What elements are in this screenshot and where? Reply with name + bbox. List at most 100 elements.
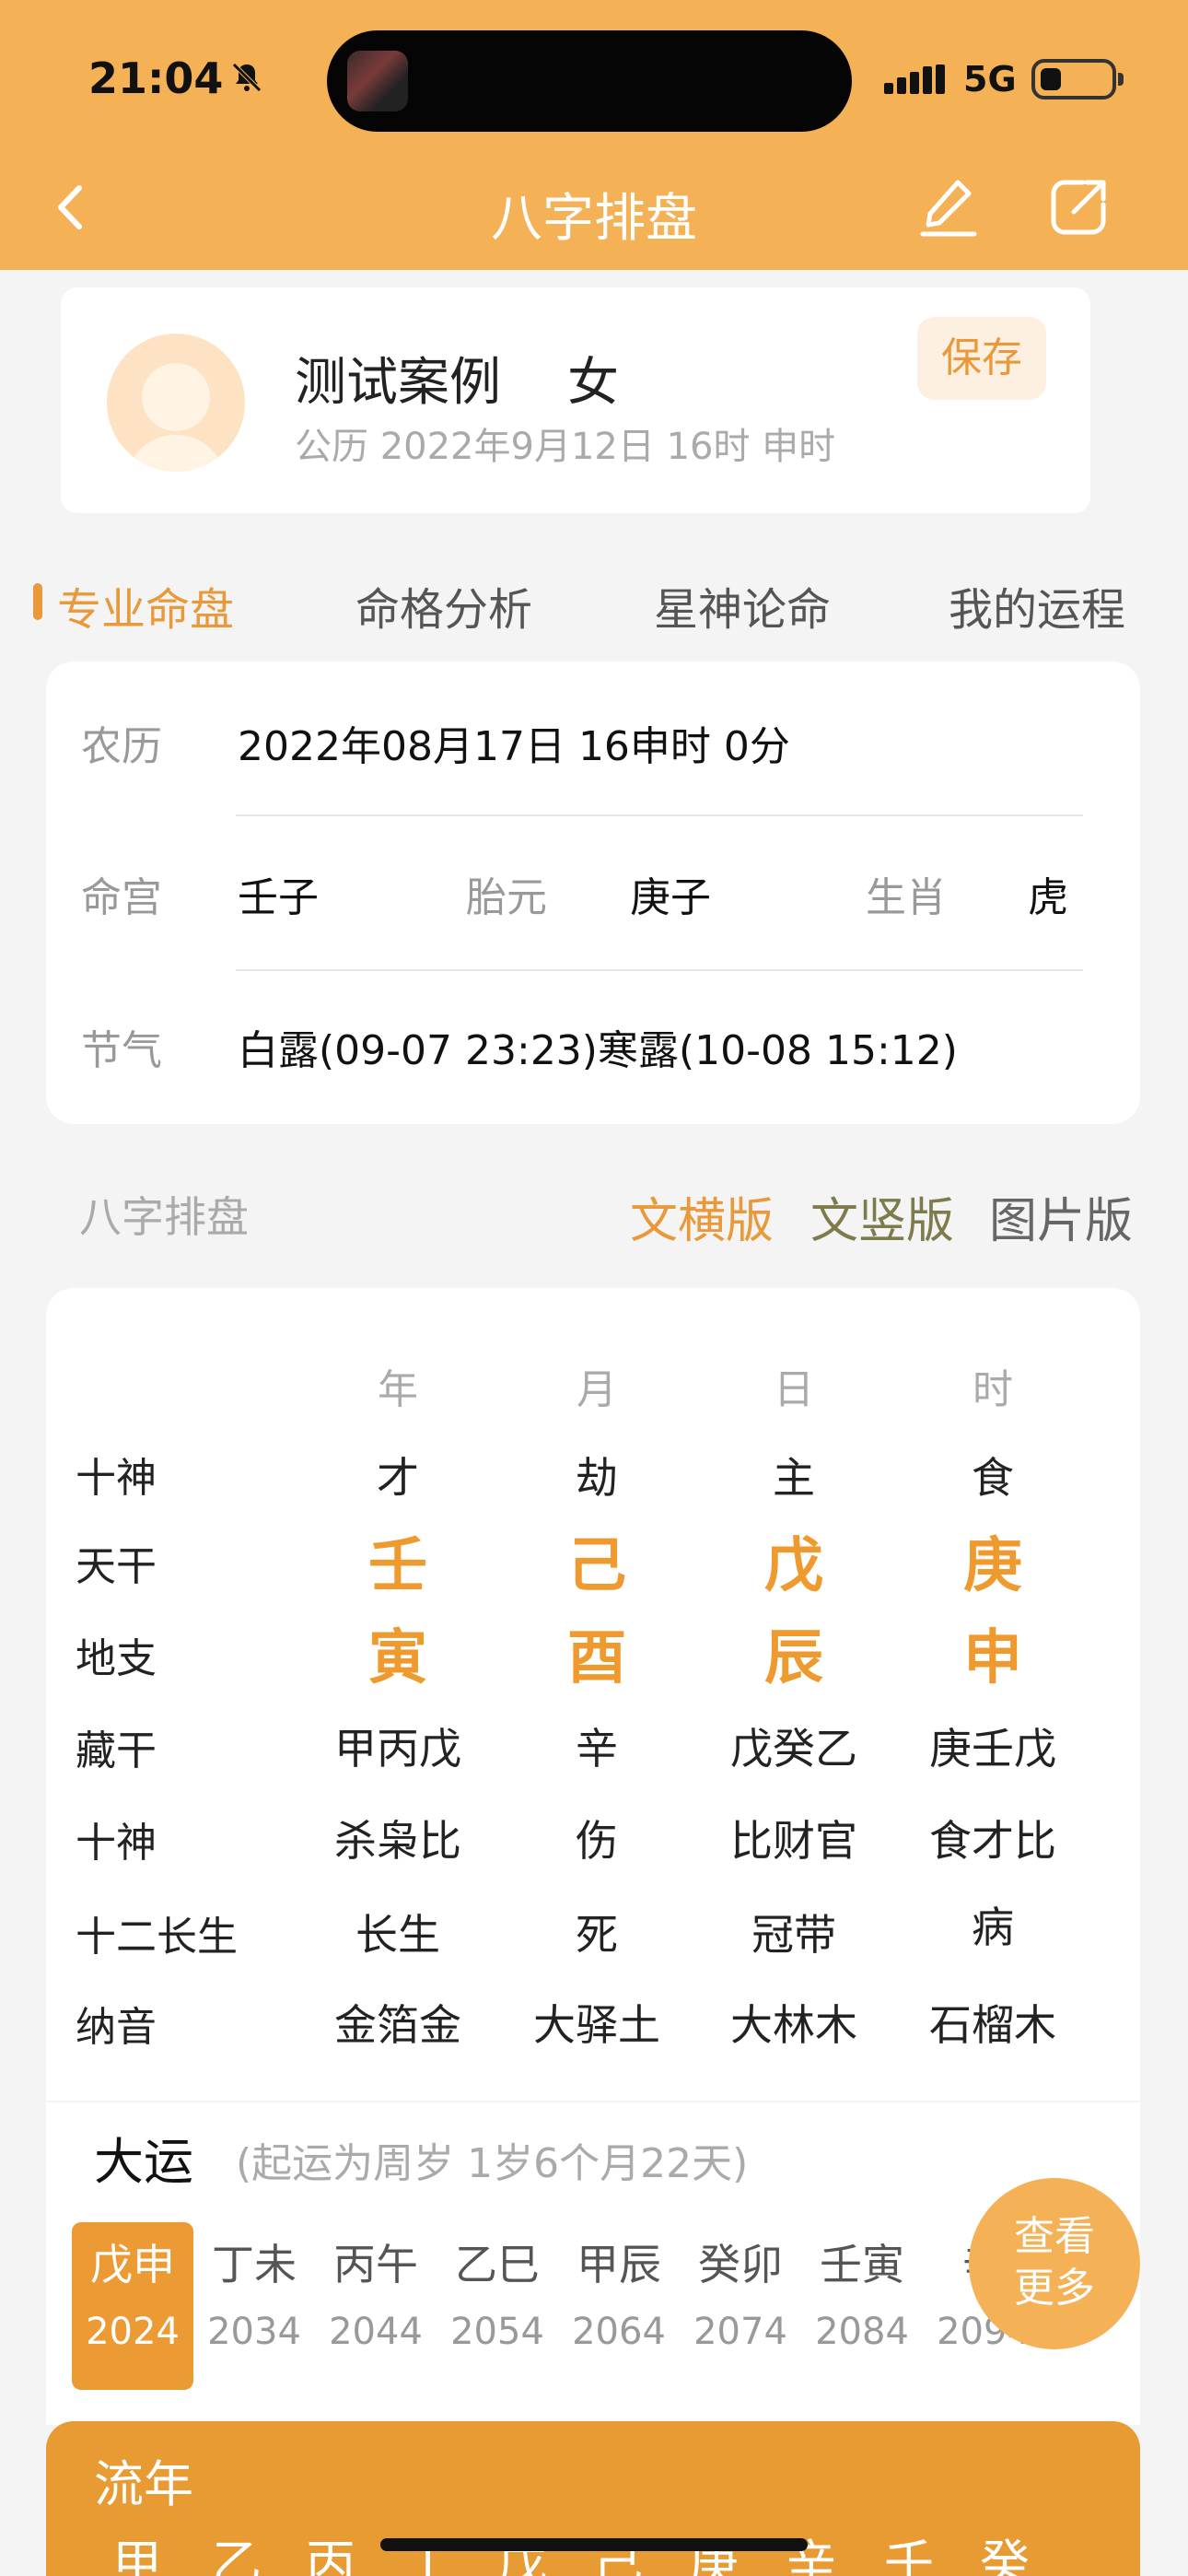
pencil-icon[interactable] (917, 175, 980, 240)
divider (236, 814, 1083, 816)
lunar-value: 2022年08月17日 16申时 0分 (238, 723, 790, 770)
dayun-year: 2044 (329, 2311, 423, 2353)
bazi-cell: 长生 (355, 1910, 440, 1960)
liunian-stem[interactable]: 甲 (112, 2523, 162, 2576)
bazi-cell-branch: 辰 (764, 1624, 823, 1692)
taiyuan-value: 庚子 (630, 874, 711, 921)
dayun-ganzhi: 乙巳 (455, 2240, 540, 2289)
profile-card: 测试案例 女 公历 2022年9月12日 16时 申时 保存 (61, 287, 1090, 513)
profile-name: 测试案例 (295, 353, 501, 413)
bazi-cell: 杀枭比 (334, 1816, 461, 1866)
row-label-canggan: 藏干 (76, 1727, 157, 1774)
version-image[interactable]: 图片版 (989, 1182, 1133, 1251)
dayun-item[interactable]: 壬寅 2084 (801, 2222, 923, 2390)
dayun-subtitle: (起运为周岁 1岁6个月22天) (236, 2140, 749, 2187)
bazi-cell-branch: 酉 (567, 1624, 626, 1692)
liunian-stem[interactable]: 癸 (980, 2523, 1030, 2576)
bazi-cell: 大林木 (730, 2000, 857, 2050)
column-header-hour: 时 (973, 1366, 1013, 1413)
section-title: 八字排盘 (79, 1192, 249, 1242)
avatar (107, 334, 245, 472)
lunar-label: 农历 (81, 723, 162, 770)
row-label-dizhi: 地支 (76, 1635, 157, 1682)
row-label-changsheng: 十二长生 (76, 1914, 238, 1961)
bazi-cell: 庚壬戊 (929, 1724, 1056, 1774)
tab-professional-chart[interactable]: 专业命盘 (57, 573, 234, 638)
profile-gender: 女 (567, 353, 619, 413)
dynamic-island (327, 30, 852, 132)
dayun-item[interactable]: 癸卯 2074 (680, 2222, 801, 2390)
bazi-cell-stem: 庚 (963, 1532, 1022, 1600)
share-icon[interactable] (1046, 175, 1111, 240)
header-bar: 21:04 5G 八字排盘 (0, 0, 1188, 270)
taiyuan-label: 胎元 (466, 874, 547, 921)
dayun-year: 2074 (693, 2311, 787, 2353)
column-header-year: 年 (378, 1366, 418, 1413)
zodiac-value: 虎 (1028, 874, 1068, 921)
liunian-title: 流年 (94, 2455, 193, 2513)
bazi-cell: 大驿土 (533, 2000, 660, 2050)
dayun-item[interactable]: 戊申 2024 (72, 2222, 193, 2390)
minggong-label: 命宫 (81, 874, 162, 921)
bazi-cell: 甲丙戊 (334, 1724, 461, 1774)
tab-stars-destiny[interactable]: 星神论命 (654, 573, 831, 638)
liunian-stem[interactable]: 乙 (212, 2523, 262, 2576)
dayun-year: 2024 (86, 2311, 180, 2353)
dayun-year: 2084 (815, 2311, 909, 2353)
status-time: 21:04 (88, 53, 224, 103)
bazi-cell: 辛 (576, 1724, 618, 1774)
network-type: 5G (963, 59, 1017, 100)
bazi-table: 年 月 日 时 十神 才 劫 主 食 天干 壬 己 戊 庚 地支 寅 酉 辰 申… (46, 1288, 1140, 2101)
bazi-cell-stem: 己 (567, 1532, 626, 1600)
bazi-cell: 比财官 (730, 1816, 857, 1866)
dayun-ganzhi: 戊申 (90, 2240, 175, 2289)
bazi-cell-branch: 申 (963, 1624, 1022, 1692)
dayun-item[interactable]: 甲辰 2064 (558, 2222, 680, 2390)
bazi-cell: 劫 (576, 1453, 618, 1503)
tab-my-fortune[interactable]: 我的运程 (949, 573, 1125, 638)
profile-birth-date: 公历 2022年9月12日 16时 申时 (295, 426, 836, 468)
dayun-item[interactable]: 乙巳 2054 (437, 2222, 558, 2390)
dayun-year: 2034 (207, 2311, 301, 2353)
dayun-ganzhi: 丁未 (212, 2240, 297, 2289)
dayun-item[interactable]: 丁未 2034 (193, 2222, 315, 2390)
minggong-value: 壬子 (238, 874, 319, 921)
jieqi-label: 节气 (81, 1027, 162, 1074)
view-more-label-line2: 更多 (1014, 2265, 1095, 2312)
liunian-stem[interactable]: 壬 (884, 2523, 934, 2576)
row-label-tiangan: 天干 (76, 1543, 157, 1590)
version-vertical-text[interactable]: 文竖版 (810, 1182, 954, 1251)
view-more-button[interactable]: 查看 更多 (969, 2178, 1140, 2349)
zodiac-label: 生肖 (866, 874, 947, 921)
page-title: 八字排盘 (491, 189, 697, 249)
home-indicator[interactable] (380, 2538, 808, 2551)
bazi-cell-stem: 壬 (368, 1532, 427, 1600)
bazi-cell: 石榴木 (929, 2000, 1056, 2050)
dayun-ganzhi: 丙午 (333, 2240, 418, 2289)
bazi-cell: 戊癸乙 (730, 1724, 857, 1774)
tab-bar: 专业命盘 命格分析 星神论命 我的运程 (0, 562, 1188, 645)
tab-pattern-analysis[interactable]: 命格分析 (355, 573, 532, 638)
bazi-cell: 食 (972, 1453, 1014, 1503)
row-label-nayin: 纳音 (76, 2004, 157, 2051)
bazi-cell: 死 (576, 1910, 618, 1960)
version-horizontal-text[interactable]: 文横版 (630, 1182, 774, 1251)
active-tab-indicator (33, 583, 42, 620)
battery-icon (1031, 59, 1124, 100)
save-button[interactable]: 保存 (917, 317, 1046, 400)
muted-bell-icon (232, 63, 262, 92)
liunian-stem[interactable]: 丙 (306, 2523, 355, 2576)
dayun-ganzhi: 癸卯 (698, 2240, 783, 2289)
dayun-year: 2054 (450, 2311, 544, 2353)
bazi-cell: 冠带 (751, 1910, 836, 1960)
calendar-info-card: 农历 2022年08月17日 16申时 0分 命宫 壬子 胎元 庚子 生肖 虎 … (46, 662, 1140, 1124)
dayun-ganzhi: 壬寅 (820, 2240, 904, 2289)
dayun-item[interactable]: 丙午 2044 (315, 2222, 437, 2390)
view-more-label-line1: 查看 (1014, 2213, 1095, 2260)
bazi-cell: 伤 (576, 1816, 618, 1866)
bazi-cell: 主 (773, 1453, 815, 1503)
jieqi-value: 白露(09-07 23:23)寒露(10-08 15:12) (238, 1027, 958, 1074)
bazi-cell: 病 (972, 1903, 1014, 1952)
bazi-cell: 才 (377, 1453, 419, 1503)
row-label-shishen: 十神 (76, 1455, 157, 1502)
